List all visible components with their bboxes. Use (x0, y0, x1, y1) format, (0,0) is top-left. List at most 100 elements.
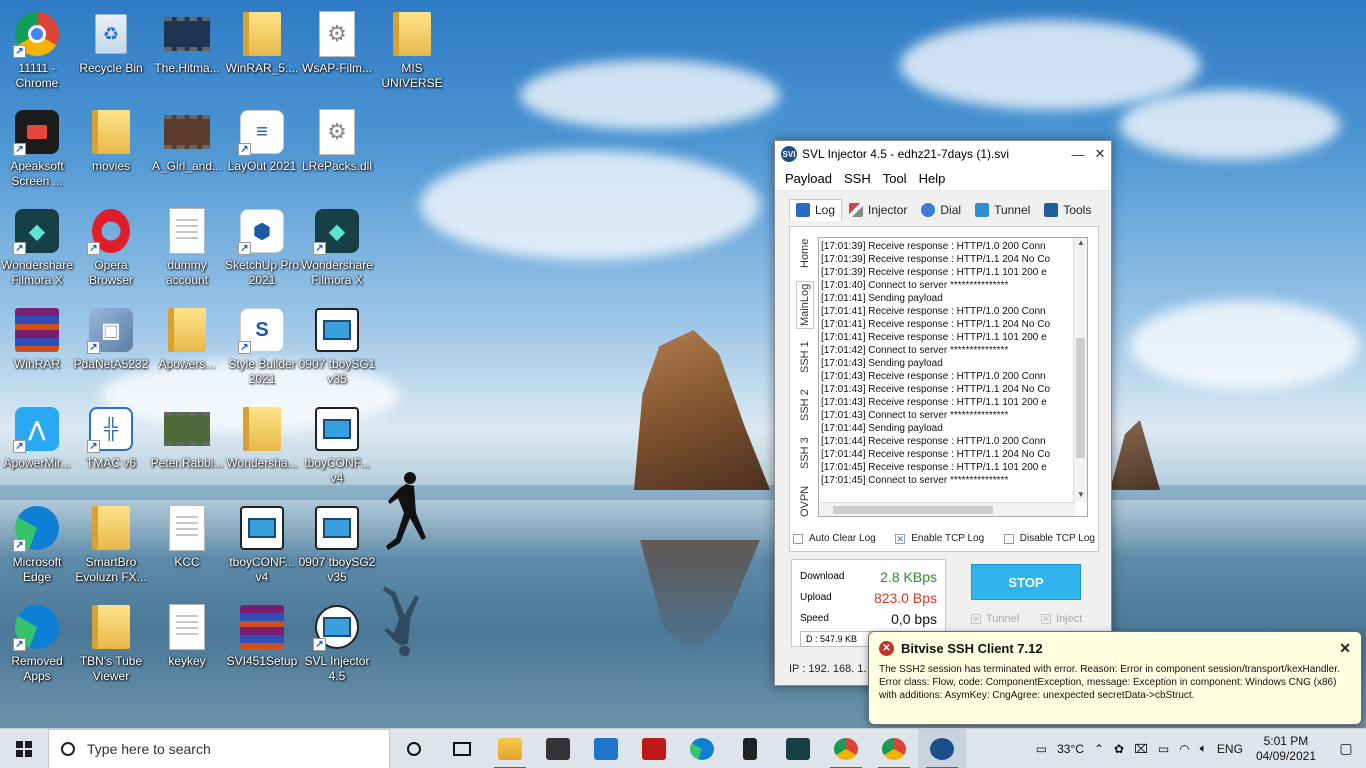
desktop-icon-label: WsAP-Film... (302, 61, 372, 75)
taskbar-edge[interactable] (678, 729, 726, 768)
wifi-icon[interactable]: ◠ (1179, 742, 1189, 756)
log-line: [17:01:43] Receive response : HTTP/1.1 2… (821, 384, 1051, 395)
taskbar-chrome-2[interactable] (870, 729, 918, 768)
desktop-icon-installer[interactable]: ▣ ↗ PdaNetA5232 (71, 300, 151, 390)
taskbar-phone-app[interactable] (726, 729, 774, 768)
show-hidden-icons-icon[interactable]: ⌃ (1094, 742, 1104, 756)
log-line: [17:01:43] Receive response : HTTP/1.0 2… (821, 371, 1046, 382)
desktop-icon-video[interactable]: A_Girl_and... (147, 102, 227, 192)
start-button[interactable] (0, 729, 48, 768)
desktop-icon-folder[interactable]: SmartBro Evoluzn FX... (71, 498, 151, 588)
desktop-icon-chrome[interactable]: ↗ 11111 - Chrome (0, 4, 77, 94)
language-indicator[interactable]: ENG (1217, 742, 1243, 756)
desktop-icon-edge[interactable]: ↗ Microsoft Edge (0, 498, 77, 588)
volume-icon[interactable]: 🔈︎ (1200, 741, 1207, 756)
desktop-icon-recycle-bin[interactable]: ♻ Recycle Bin (71, 4, 151, 94)
scroll-up-icon[interactable]: ▲ (1074, 238, 1087, 250)
taskbar-mcafee[interactable] (630, 729, 678, 768)
temperature[interactable]: 33°C (1057, 742, 1084, 756)
desktop-icon-folder[interactable]: WinRAR_5.... (222, 4, 302, 94)
runner-reflection (382, 586, 419, 657)
desktop-icon-apowermirror[interactable]: ⋀ ↗ ApowerMir... (0, 399, 77, 489)
desktop-icon-filmora[interactable]: ◆ ↗ Wondershare Filmora X (0, 201, 77, 291)
disable-tcp-log-checkbox[interactable]: Disable TCP Log (1003, 533, 1095, 544)
desktop-icon-folder[interactable]: MIS UNIVERSE (372, 4, 452, 94)
tunnel-checkbox[interactable]: ✕ Tunnel (971, 613, 1019, 625)
taskbar-file-explorer[interactable] (486, 729, 534, 768)
log-horizontal-scrollbar[interactable] (819, 502, 1075, 516)
desktop-icon-file[interactable]: ⚙ LRePacks.dll (297, 102, 377, 192)
task-view-button[interactable] (438, 729, 486, 768)
side-tab-mainlog[interactable]: MainLog (796, 281, 814, 329)
desktop-icon-svi[interactable]: tboyCONF... v4 (222, 498, 302, 588)
auto-clear-log-checkbox[interactable]: Auto Clear Log (793, 533, 876, 544)
close-icon[interactable]: ✕ (1339, 640, 1351, 657)
inject-checkbox[interactable]: ✕ Inject (1041, 613, 1082, 625)
side-tab-home[interactable]: Home (796, 233, 814, 273)
network-adapter-icon[interactable]: ⌧ (1134, 742, 1148, 756)
desktop-icon-apeaksoft[interactable]: ↗ Apeaksoft Screen ... (0, 102, 77, 192)
minimize-button[interactable]: — (1067, 141, 1089, 167)
desktop-icon-text[interactable]: keykey (147, 597, 227, 687)
menu-help[interactable]: Help (913, 171, 952, 186)
desktop-icon-filmora[interactable]: ◆ ↗ Wondershare Filmora X (297, 201, 377, 291)
tab-log[interactable]: Log (789, 199, 843, 221)
desktop-icon-tmac[interactable]: ╬ ↗ TMAC v6 (71, 399, 151, 489)
side-tab-ssh1[interactable]: SSH 1 (796, 337, 814, 377)
desktop-icon-sketchup[interactable]: ⬢ ↗ SketchUp Pro 2021 (222, 201, 302, 291)
menu-ssh[interactable]: SSH (838, 171, 877, 186)
scrollbar-thumb[interactable] (1076, 338, 1085, 458)
desktop-icon-edge[interactable]: ↗ Removed Apps (0, 597, 77, 687)
desktop-icon-winrar[interactable]: WinRAR (0, 300, 77, 390)
side-tab-ovpn[interactable]: OVPN (796, 481, 814, 521)
clock[interactable]: 5:01 PM 04/09/2021 (1256, 734, 1316, 764)
side-tab-ssh2[interactable]: SSH 2 (796, 385, 814, 425)
tray-app-icon[interactable]: ✿ (1114, 742, 1124, 756)
desktop-icon-svl-injector[interactable]: ↗ SVL Injector 4.5 (297, 597, 377, 687)
desktop-icon-video[interactable]: Peter.Rabbi... (147, 399, 227, 489)
desktop-icon-layout[interactable]: ≡ ↗ LayOut 2021 (222, 102, 302, 192)
scroll-down-icon[interactable]: ▼ (1074, 490, 1087, 502)
desktop-icon-text[interactable]: KCC (147, 498, 227, 588)
log-vertical-scrollbar[interactable]: ▲ ▼ (1073, 238, 1087, 502)
notification-center-button[interactable]: ▢ (1326, 729, 1366, 768)
menu-payload[interactable]: Payload (779, 171, 838, 186)
taskbar-mail[interactable] (582, 729, 630, 768)
desktop-icon-text[interactable]: dummy account (147, 201, 227, 291)
desktop-icon-winrar[interactable]: SVI451Setup (222, 597, 302, 687)
window-titlebar[interactable]: SVI SVL Injector 4.5 - edhz21-7days (1).… (775, 141, 1111, 167)
desktop-icon-file[interactable]: ⚙ WsAP-Film... (297, 4, 377, 94)
taskbar-svl-injector[interactable] (918, 728, 966, 768)
cortana-button[interactable] (390, 729, 438, 768)
desktop-icon-label: dummy account (165, 258, 209, 287)
tab-tools[interactable]: Tools (1037, 199, 1098, 221)
desktop-icon-folder[interactable]: movies (71, 102, 151, 192)
menu-tool[interactable]: Tool (877, 171, 913, 186)
desktop-icon-video[interactable]: The.Hitma... (147, 4, 227, 94)
scrollbar-thumb[interactable] (833, 506, 993, 514)
side-tab-ssh3[interactable]: SSH 3 (796, 433, 814, 473)
tab-tunnel[interactable]: Tunnel (968, 199, 1037, 221)
desktop-icon-svi[interactable]: 0907 tboySG1 v35 (297, 300, 377, 390)
data-total-value: 547.9 KB (820, 634, 858, 644)
taskbar-store[interactable] (534, 729, 582, 768)
desktop-icon-folder[interactable]: Apowers... (147, 300, 227, 390)
taskbar-search[interactable]: Type here to search (48, 728, 390, 768)
desktop-icon-opera[interactable]: ↗ Opera Browser (71, 201, 151, 291)
desktop-icon-svi[interactable]: 0907 tboySG2 v35 (297, 498, 377, 588)
desktop-icon-folder[interactable]: TBN's Tube Viewer (71, 597, 151, 687)
tab-injector[interactable]: Injector (842, 199, 914, 221)
desktop-icon-svi[interactable]: tboyCONF... v4 (297, 399, 377, 489)
desktop-icon-style-builder[interactable]: S ↗ Style Builder 2021 (222, 300, 302, 390)
log-textbox[interactable]: [17:01:39] Receive response : HTTP/1.0 2… (818, 237, 1088, 517)
desktop-icon-folder[interactable]: Wondersha... (222, 399, 302, 489)
weather-icon[interactable]: ▭ (1036, 742, 1047, 756)
stop-button[interactable]: STOP (971, 564, 1081, 600)
close-button[interactable]: ✕ (1089, 141, 1111, 167)
taskbar-chrome[interactable] (822, 729, 870, 768)
enable-tcp-log-checkbox[interactable]: ✕ Enable TCP Log (895, 533, 984, 544)
taskbar-filmora[interactable] (774, 729, 822, 768)
battery-icon[interactable]: ▭ (1158, 742, 1169, 756)
bitvise-notification[interactable]: ✕ Bitvise SSH Client 7.12 ✕ The SSH2 ses… (868, 631, 1362, 725)
tab-dial[interactable]: Dial (914, 199, 968, 221)
